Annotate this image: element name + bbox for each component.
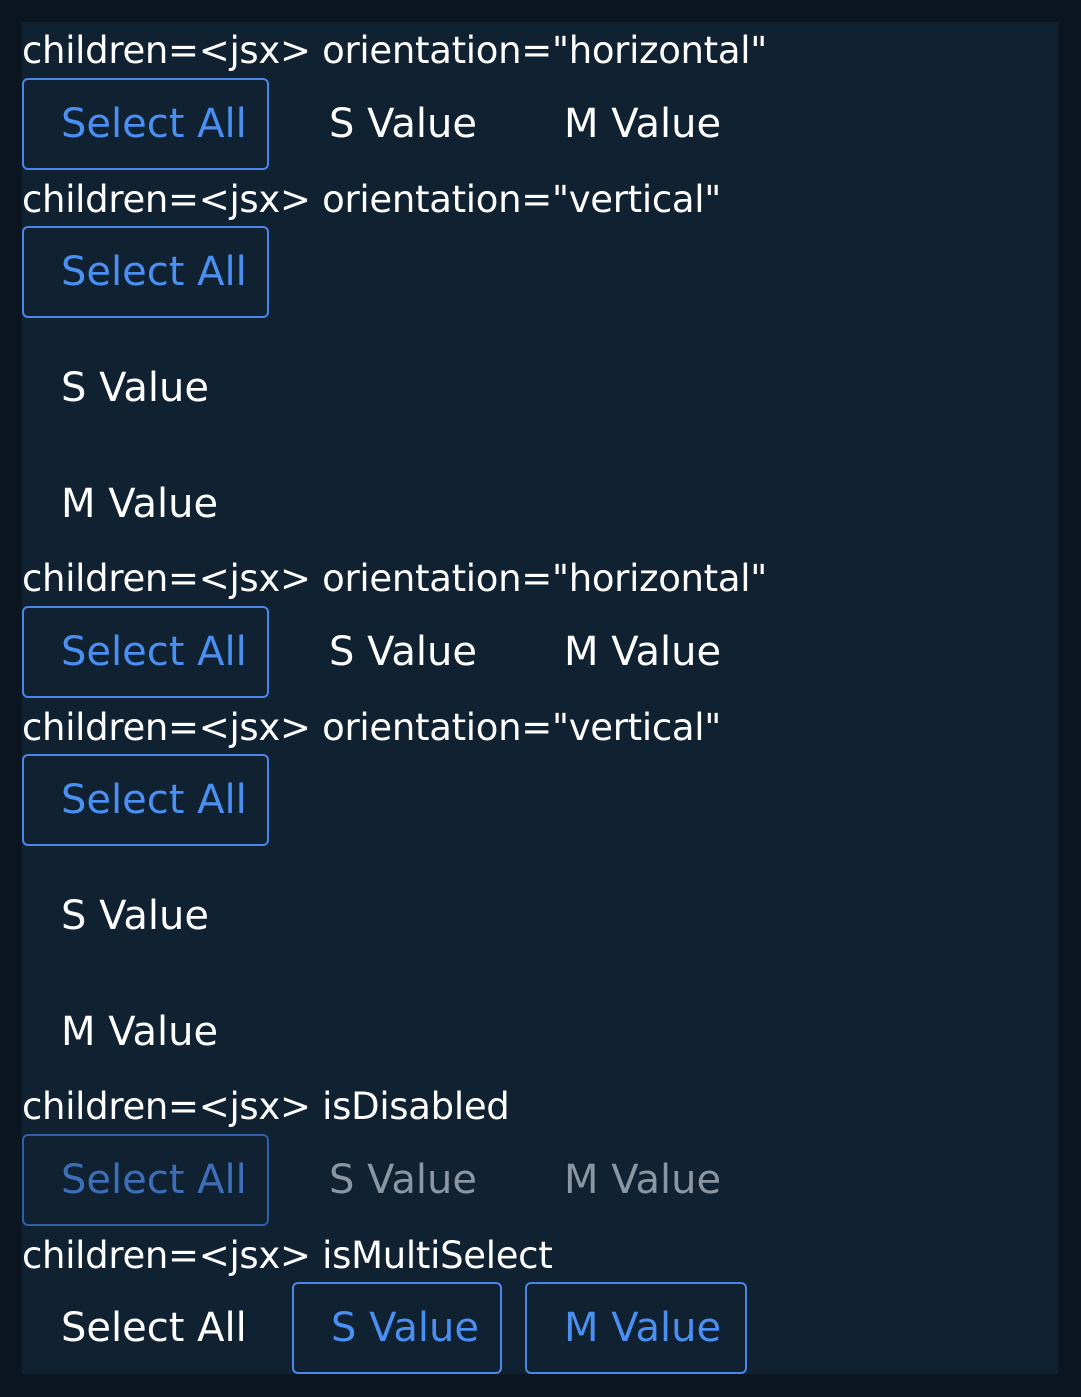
select-all-tab[interactable]: Select All <box>22 1282 269 1374</box>
m-value-tab: M Value <box>564 1157 722 1203</box>
s-value-tab[interactable]: S Value <box>292 1282 502 1374</box>
s-value-tab: S Value <box>329 1157 477 1203</box>
m-value-tab[interactable]: M Value <box>22 458 269 550</box>
section-label-disabled: children=<jsx> isDisabled <box>22 1085 510 1128</box>
s-value-tab[interactable]: S Value <box>22 342 269 434</box>
select-all-tab[interactable]: Select All <box>22 606 269 698</box>
section-label-multi-select: children=<jsx> isMultiSelect <box>22 1234 553 1277</box>
s-value-tab[interactable]: S Value <box>290 606 500 698</box>
select-all-tab[interactable]: Select All <box>22 226 269 318</box>
m-value-tab[interactable]: M Value <box>525 606 747 698</box>
section-label-horizontal: children=<jsx> orientation="horizontal" <box>22 29 767 72</box>
section-label-horizontal: children=<jsx> orientation="horizontal" <box>22 557 767 600</box>
section-label-vertical: children=<jsx> orientation="vertical" <box>22 178 721 221</box>
select-all-tab: Select All <box>22 1134 269 1226</box>
s-value-tab[interactable]: S Value <box>22 870 269 962</box>
m-value-tab[interactable]: M Value <box>525 1282 747 1374</box>
select-all-tab[interactable]: Select All <box>22 78 269 170</box>
stories-panel: children=<jsx> orientation="horizontal" … <box>22 22 1058 1374</box>
m-value-tab[interactable]: M Value <box>22 986 269 1078</box>
section-label-vertical: children=<jsx> orientation="vertical" <box>22 706 721 749</box>
s-value-tab[interactable]: S Value <box>290 78 500 170</box>
select-all-tab[interactable]: Select All <box>22 754 269 846</box>
m-value-tab[interactable]: M Value <box>525 78 747 170</box>
